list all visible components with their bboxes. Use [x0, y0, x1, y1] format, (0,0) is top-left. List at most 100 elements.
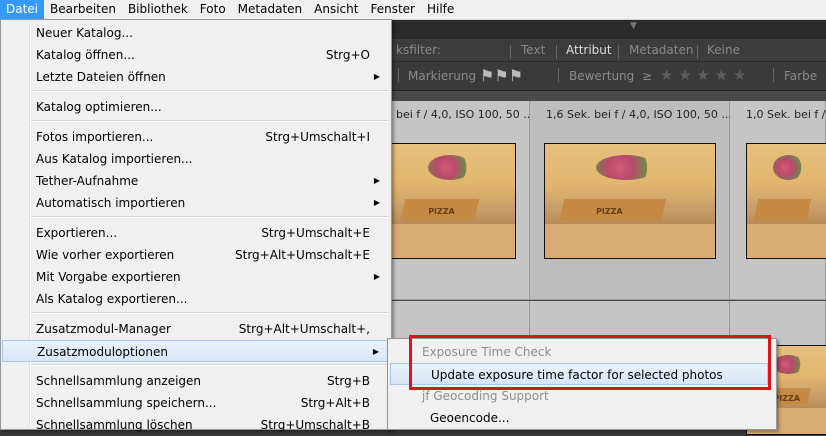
rating-stars[interactable]: ★ ★ ★ ★ ★ — [660, 66, 746, 84]
menu-separator — [31, 120, 389, 122]
menu-item-shortcut: Strg+Umschalt+E — [261, 226, 370, 240]
menu-item-katalog-optimieren[interactable]: Katalog optimieren... — [2, 96, 390, 118]
divider — [510, 45, 511, 59]
menu-item-shortcut: Strg+Alt+Umschalt+, — [238, 322, 370, 336]
cell-metadata-label: 1,0 Sek. bei f / 2 — [746, 108, 826, 121]
menu-bibliothek[interactable]: Bibliothek — [122, 0, 194, 19]
menu-item-label: Katalog öffnen... — [36, 48, 135, 62]
submenu-arrow-icon: ▶ — [373, 272, 380, 281]
grid-cell[interactable]: 1,6 Sek. bei f / 4,0, ISO 100, 50 ... PI… — [530, 101, 732, 300]
menu-item-label: Letzte Dateien öffnen — [36, 70, 166, 84]
menu-separator — [31, 216, 389, 218]
divider — [398, 68, 399, 82]
grid-cell[interactable]: 1,0 Sek. bei f / 2 — [730, 101, 826, 300]
submenu-arrow-icon: ▶ — [373, 72, 380, 81]
submenu-arrow-icon: ▶ — [373, 198, 380, 207]
photo-thumbnail[interactable] — [746, 143, 826, 259]
menu-item-label: Wie vorher exportieren — [36, 248, 175, 262]
thumb-table — [747, 223, 826, 258]
menu-item-label: Schnellsammlung speichern... — [36, 396, 217, 410]
menu-bearbeiten[interactable]: Bearbeiten — [44, 0, 122, 19]
menu-item-label: Fotos importieren... — [36, 130, 154, 144]
datei-dropdown-menu: Neuer Katalog... Katalog öffnen... Strg+O… — [0, 19, 392, 432]
divider — [618, 45, 619, 59]
menu-metadaten[interactable]: Metadaten — [232, 0, 308, 19]
menu-item-shortcut: Strg+Umschalt+I — [265, 130, 370, 144]
thumb-tag: PIZZA — [773, 394, 801, 404]
menu-item-label: Als Katalog exportieren... — [36, 292, 188, 306]
thumb-flowers — [773, 155, 805, 181]
menu-hilfe[interactable]: Hilfe — [421, 0, 460, 19]
thumb-table — [391, 223, 515, 258]
menu-bar: Datei Bearbeiten Bibliothek Foto Metadat… — [0, 0, 826, 20]
filter-attribut-tab[interactable]: Attribut — [566, 43, 612, 57]
cell-metadata-label: 1,6 Sek. bei f / 4,0, ISO 100, 50 ... — [546, 108, 732, 121]
bewertung-label: Bewertung — [569, 69, 635, 83]
annotation-highlight-box — [409, 335, 771, 390]
menu-item-schnellsammlung-anzeigen[interactable]: Schnellsammlung anzeigen Strg+B — [2, 370, 390, 392]
menu-item-katalog-oeffnen[interactable]: Katalog öffnen... Strg+O — [2, 44, 390, 66]
menu-item-als-katalog-exportieren[interactable]: Als Katalog exportieren... — [2, 288, 390, 310]
menu-foto[interactable]: Foto — [194, 0, 232, 19]
menu-item-schnellsammlung-speichern[interactable]: Schnellsammlung speichern... Strg+Alt+B — [2, 392, 390, 414]
menu-ansicht[interactable]: Ansicht — [308, 0, 364, 19]
menu-fenster[interactable]: Fenster — [364, 0, 421, 19]
menu-item-shortcut: Strg+Alt+B — [300, 396, 370, 410]
collapse-grip-icon[interactable]: ▼ — [630, 21, 637, 31]
divider — [558, 68, 559, 82]
menu-item-label: Tether-Aufnahme — [36, 174, 139, 188]
thumb-tag: PIZZA — [596, 206, 623, 216]
photo-thumbnail[interactable]: PIZZA — [390, 143, 516, 259]
menu-item-shortcut: Strg+Umschalt+B — [260, 418, 370, 432]
menu-item-shortcut: Strg+B — [327, 374, 370, 388]
menu-item-label: Schnellsammlung anzeigen — [36, 374, 202, 388]
menu-item-wie-vorher-exportieren[interactable]: Wie vorher exportieren Strg+Alt+Umschalt+… — [2, 244, 390, 266]
thumb-flowers — [596, 155, 656, 181]
divider — [773, 68, 774, 82]
menu-item-zusatzmoduloptionen[interactable]: Zusatzmoduloptionen ▶ — [2, 340, 390, 362]
menu-separator — [31, 364, 389, 366]
menu-item-mit-vorgabe-exportieren[interactable]: Mit Vorgabe exportieren ▶ — [2, 266, 390, 288]
filter-keine-tab[interactable]: Keine — [707, 43, 740, 57]
menu-item-label: Automatisch importieren — [36, 196, 186, 210]
menu-item-fotos-importieren[interactable]: Fotos importieren... Strg+Umschalt+I — [2, 126, 390, 148]
filter-metadaten-tab[interactable]: Metadaten — [629, 43, 693, 57]
menu-item-schnellsammlung-loeschen[interactable]: Schnellsammlung löschen Strg+Umschalt+B — [2, 414, 390, 436]
thumb-box — [753, 198, 811, 220]
menu-item-aus-katalog-importieren[interactable]: Aus Katalog importieren... — [2, 148, 390, 170]
submenu-item-geoencode[interactable]: Geoencode... — [390, 407, 768, 429]
menu-item-label: Schnellsammlung löschen — [36, 418, 193, 432]
menu-datei[interactable]: Datei — [0, 0, 45, 19]
menu-item-shortcut: Strg+Alt+Umschalt+E — [235, 248, 370, 262]
menu-item-label: Zusatzmoduloptionen — [37, 345, 168, 359]
menu-separator — [31, 90, 389, 92]
thumb-tag: PIZZA — [428, 206, 455, 216]
submenu-item-label: Geoencode... — [430, 411, 510, 425]
menu-item-label: Neuer Katalog... — [36, 26, 133, 40]
menu-item-exportieren[interactable]: Exportieren... Strg+Umschalt+E — [2, 222, 390, 244]
menu-item-letzte-dateien[interactable]: Letzte Dateien öffnen ▶ — [2, 66, 390, 88]
divider — [556, 45, 557, 59]
flag-filter-icons[interactable]: ⚑⚑⚑ — [480, 66, 523, 85]
markierung-label: Markierung — [408, 69, 477, 83]
submenu-arrow-icon: ▶ — [373, 176, 380, 185]
filter-label: ksfilter: — [396, 43, 441, 57]
menu-item-label: Exportieren... — [36, 226, 118, 240]
photo-thumbnail[interactable]: PIZZA — [544, 143, 716, 259]
grid-cell[interactable]: bei f / 4,0, ISO 100, 50 ... PIZZA — [380, 101, 534, 300]
menu-item-label: Zusatzmodul-Manager — [36, 322, 171, 336]
divider — [697, 45, 698, 59]
thumb-flowers — [773, 354, 805, 375]
menu-item-zusatzmodul-manager[interactable]: Zusatzmodul-Manager Strg+Alt+Umschalt+, — [2, 318, 390, 340]
farbe-label: Farbe — [784, 69, 818, 83]
menu-item-tether-aufnahme[interactable]: Tether-Aufnahme ▶ — [2, 170, 390, 192]
menu-item-label: Mit Vorgabe exportieren — [36, 270, 181, 284]
menu-item-label: Aus Katalog importieren... — [36, 152, 193, 166]
rating-compare-icon[interactable]: ≥ — [642, 69, 652, 83]
menu-item-label: Katalog optimieren... — [36, 100, 162, 114]
filter-text-tab[interactable]: Text — [521, 43, 545, 57]
menu-separator — [31, 312, 389, 314]
menu-item-automatisch-importieren[interactable]: Automatisch importieren ▶ — [2, 192, 390, 214]
thumb-flowers — [428, 155, 472, 181]
menu-item-neuer-katalog[interactable]: Neuer Katalog... — [2, 22, 390, 44]
